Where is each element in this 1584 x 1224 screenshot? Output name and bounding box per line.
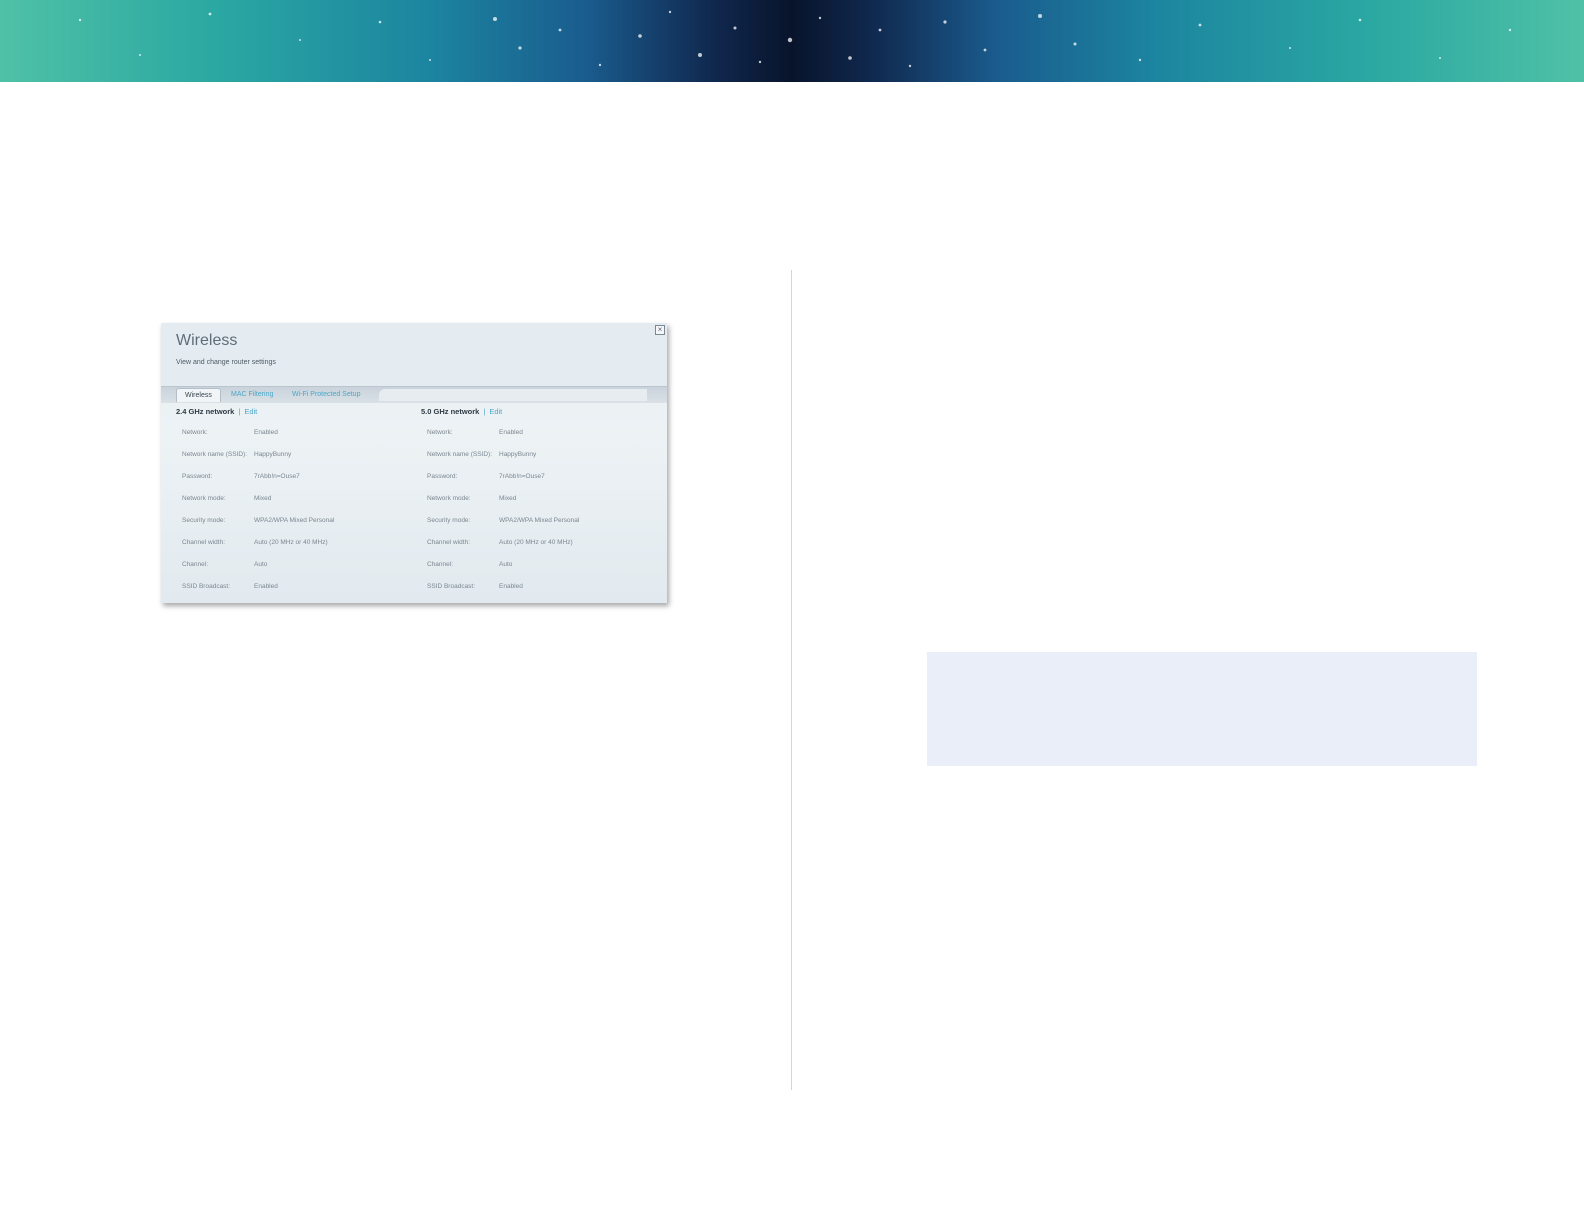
setting-value: Auto xyxy=(254,561,268,568)
heading-separator: | xyxy=(238,407,241,416)
edit-50ghz-link[interactable]: Edit xyxy=(489,407,502,416)
setting-label: Channel: xyxy=(427,561,454,568)
setting-label: SSID Broadcast: xyxy=(427,583,476,590)
network-heading-text: 2.4 GHz network xyxy=(176,407,235,416)
setting-value: Auto xyxy=(499,561,513,568)
setting-value: WPA2/WPA Mixed Personal xyxy=(499,517,580,524)
setting-value: Enabled xyxy=(254,583,278,590)
wireless-dialog-screenshot: × Wireless View and change router settin… xyxy=(161,323,667,603)
setting-label: Channel: xyxy=(182,561,209,568)
setting-label: Network mode: xyxy=(427,495,471,502)
setting-value: Enabled xyxy=(499,583,523,590)
setting-value: Auto (20 MHz or 40 MHz) xyxy=(499,539,573,546)
setting-label: Security mode: xyxy=(182,517,226,524)
setting-value: Enabled xyxy=(254,429,278,436)
setting-value: Mixed xyxy=(254,495,272,502)
network-24ghz-panel: 2.4 GHz network | Edit Network: Enabled Net… xyxy=(176,407,416,590)
setting-label: Network: xyxy=(427,429,453,436)
network-24ghz-heading: 2.4 GHz network | Edit xyxy=(176,407,416,421)
tab-strip-filler xyxy=(379,389,647,401)
setting-value: Auto (20 MHz or 40 MHz) xyxy=(254,539,328,546)
setting-value: Mixed xyxy=(499,495,517,502)
setting-label: Password: xyxy=(182,473,213,480)
setting-label: Security mode: xyxy=(427,517,471,524)
network-50ghz-panel: 5.0 GHz network | Edit Network: Enabled Net… xyxy=(421,407,661,590)
setting-label: Network name (SSID): xyxy=(182,451,248,458)
setting-value: HappyBunny xyxy=(254,451,292,458)
setting-value: 7rAbb!n=Ouse7 xyxy=(254,473,300,480)
setting-label: Network mode: xyxy=(182,495,226,502)
dialog-title: Wireless xyxy=(176,332,238,349)
setting-value: HappyBunny xyxy=(499,451,537,458)
column-divider xyxy=(791,270,792,1090)
close-icon[interactable]: × xyxy=(655,325,665,335)
tab-wifi-protected-setup[interactable]: Wi-Fi Protected Setup xyxy=(284,388,368,401)
setting-label: Network: xyxy=(182,429,208,436)
tab-wireless[interactable]: Wireless xyxy=(176,388,221,402)
setting-label: Password: xyxy=(427,473,458,480)
setting-value: WPA2/WPA Mixed Personal xyxy=(254,517,335,524)
header-banner xyxy=(0,0,1584,82)
setting-value: Enabled xyxy=(499,429,523,436)
setting-label: Channel width: xyxy=(182,539,225,546)
edit-24ghz-link[interactable]: Edit xyxy=(244,407,257,416)
heading-separator: | xyxy=(483,407,486,416)
note-box xyxy=(927,652,1477,766)
dialog-subtitle: View and change router settings xyxy=(176,359,276,366)
setting-value: 7rAbb!n=Ouse7 xyxy=(499,473,545,480)
setting-label: Network name (SSID): xyxy=(427,451,493,458)
setting-label: Channel width: xyxy=(427,539,470,546)
network-heading-text: 5.0 GHz network xyxy=(421,407,480,416)
banner-texture xyxy=(78,10,1512,68)
tab-mac-filtering[interactable]: MAC Filtering xyxy=(223,388,281,401)
network-50ghz-heading: 5.0 GHz network | Edit xyxy=(421,407,661,421)
setting-label: SSID Broadcast: xyxy=(182,583,231,590)
